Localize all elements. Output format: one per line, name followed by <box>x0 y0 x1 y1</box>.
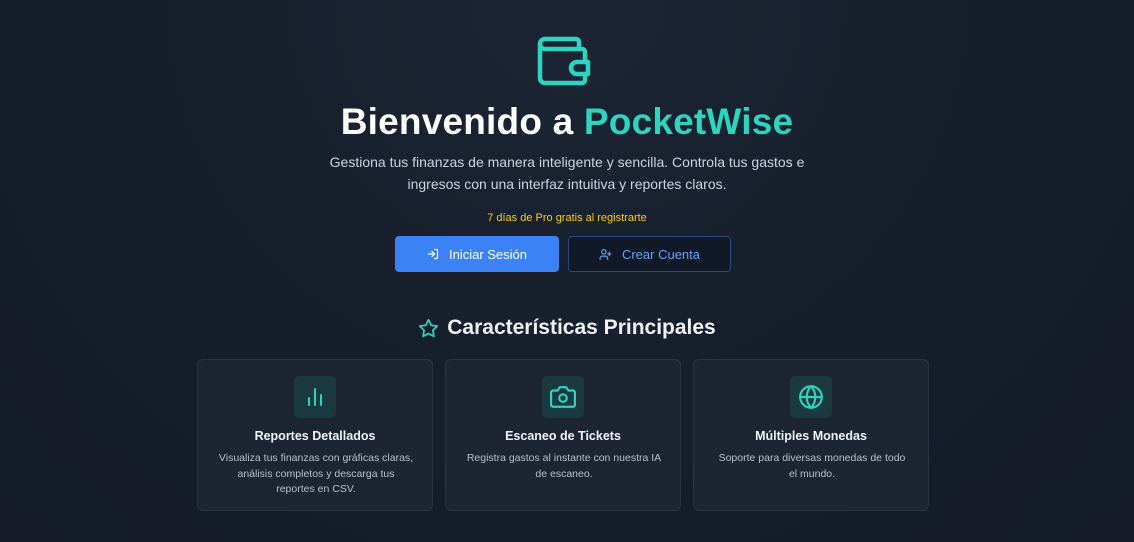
feature-description: Soporte para diversas monedas de todo el… <box>718 452 906 480</box>
brand-name: PocketWise <box>583 101 794 142</box>
features-title: Características Principales <box>447 316 716 339</box>
star-icon <box>419 318 439 337</box>
feature-title: Escaneo de Tickets <box>505 429 621 443</box>
hero-subtitle: Gestiona tus finanzas de manera intelige… <box>329 154 805 192</box>
user-plus-icon <box>599 248 612 260</box>
page-title: Bienvenido a PocketWise <box>0 98 1134 146</box>
feature-card-scan: Escaneo de Tickets Registra gastos al in… <box>445 359 681 511</box>
feature-icon-box <box>542 376 584 418</box>
wallet-icon <box>537 36 591 86</box>
login-button[interactable]: Iniciar Sesión <box>395 236 559 272</box>
feature-card-reports: Reportes Detallados Visualiza tus finanz… <box>197 359 433 511</box>
title-prefix: Bienvenido a <box>340 101 574 142</box>
feature-description: Visualiza tus finanzas con gráficas clar… <box>218 452 414 495</box>
feature-card-currencies: Múltiples Monedas Soporte para diversas … <box>693 359 929 511</box>
feature-icon-box <box>294 376 336 418</box>
promo-text: 7 días de Pro gratis al registrarte <box>487 212 647 224</box>
feature-title: Múltiples Monedas <box>755 429 867 443</box>
bar-chart-icon <box>308 388 322 406</box>
log-in-icon <box>427 248 439 260</box>
login-button-label: Iniciar Sesión <box>448 246 528 262</box>
globe-icon <box>799 385 823 409</box>
feature-icon-box <box>790 376 832 418</box>
feature-description: Registra gastos al instante con nuestra … <box>466 452 662 480</box>
signup-button-label: Crear Cuenta <box>621 246 701 262</box>
feature-title: Reportes Detallados <box>254 429 376 443</box>
features-heading: Características Principales <box>0 313 1134 343</box>
camera-icon <box>550 386 576 408</box>
signup-button[interactable]: Crear Cuenta <box>568 236 731 272</box>
